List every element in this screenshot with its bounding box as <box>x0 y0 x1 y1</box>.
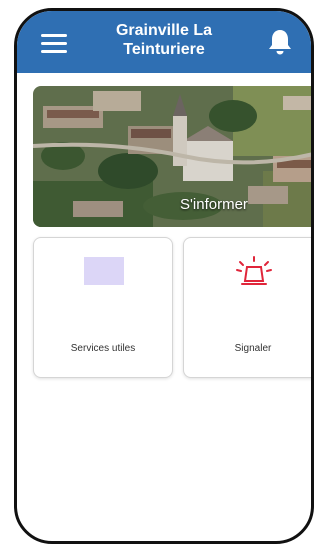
services-utiles-tile[interactable]: Services utiles <box>33 237 173 378</box>
bell-icon[interactable] <box>267 28 293 56</box>
informer-banner[interactable]: S'informer <box>33 86 311 227</box>
signaler-label: Signaler <box>234 343 272 354</box>
page-title: Grainville La Teinturiere <box>115 22 213 58</box>
phone-frame: Grainville La Teinturiere S'informer Ser… <box>14 8 314 544</box>
banner-label: S'informer <box>180 196 248 213</box>
signaler-tile[interactable]: Signaler <box>183 237 311 378</box>
siren-alarm-icon <box>236 256 272 285</box>
menu-icon[interactable] <box>41 34 67 54</box>
app-header: Grainville La Teinturiere <box>17 11 311 73</box>
services-icon <box>84 257 124 285</box>
services-utiles-label: Services utiles <box>70 343 136 354</box>
